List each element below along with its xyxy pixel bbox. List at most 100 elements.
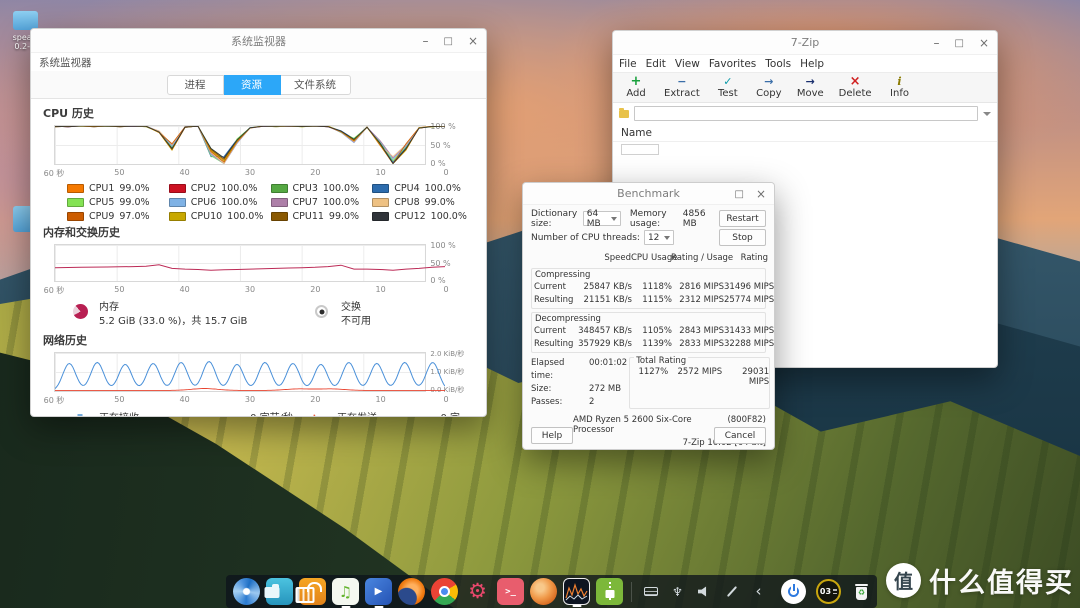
extract-button[interactable]: Extract [664,75,700,99]
address-bar [613,103,997,124]
dictionary-size-select[interactable]: 64 MB [583,211,621,226]
maximize-icon[interactable] [954,36,963,49]
folder-icon [619,110,629,118]
smzdm-logo: 值 [886,563,921,598]
menu-edit[interactable]: Edit [646,58,666,70]
network-history-title: 网络历史 [43,332,474,348]
memory-label: 内存 [99,301,315,315]
test-button[interactable]: Test [715,75,741,99]
dock-music-icon[interactable] [332,578,359,605]
help-button[interactable]: Help [531,427,573,444]
sending-label: 正在发送 [337,411,433,417]
dock-launcher-icon[interactable] [233,578,260,605]
benchmark-titlebar[interactable]: Benchmark [523,183,774,205]
add-button[interactable]: Add [623,75,649,99]
cpu-legend-item: CPU3100.0% [271,182,373,194]
column-header-name[interactable]: Name [613,124,997,142]
cpu-name: AMD Ryzen 5 2600 Six-Core Processor [573,415,727,435]
total-rating: 29031 MIPS [722,367,769,387]
dock-file-manager-icon[interactable] [266,578,293,605]
dock-app-store-icon[interactable] [299,578,326,605]
power-button[interactable] [781,579,806,604]
watermark-text: 什么值得买 [929,561,1074,600]
cpu8-swatch [372,198,389,207]
swap-label: 交换 [341,301,474,315]
cpu-threads-select[interactable]: 12 [644,230,674,245]
table-row: Current 25847 KB/s 1118% 2816 MIPS 31496… [532,281,765,294]
usb-tray-icon[interactable] [667,578,688,605]
chevron-left-icon[interactable] [748,578,769,605]
dock-browser-icon[interactable] [530,578,557,605]
dock-control-center-icon[interactable] [464,578,491,605]
benchmark-stats: Elapsed time:00:01:02 Size:272 MB Passes… [531,357,627,409]
stylus-tray-icon[interactable] [721,578,742,605]
network-x-axis: 60 秒50 4030 2010 0 [54,395,446,406]
move-icon [806,75,815,88]
cpu-legend-item: CPU199.0% [67,182,169,194]
close-icon[interactable] [468,35,478,47]
receiving-label: 正在接收 [99,411,195,417]
menu-file[interactable]: File [619,58,637,70]
total-rating-usage: 2572 MIPS [668,367,722,387]
network-history-chart [54,352,426,392]
system-monitor-titlebar[interactable]: 系统监视器 [31,29,486,53]
volume-tray-icon[interactable] [694,578,715,605]
move-button[interactable]: Move [797,75,824,99]
memory-value: 5.2 GiB (33.0 %)，共 15.7 GiB [99,315,315,329]
dock-chrome-icon[interactable] [431,578,458,605]
memory-usage-value: 4856 MB [683,209,710,229]
keyboard-tray-icon[interactable] [640,578,661,605]
waveform-graphic [565,581,588,602]
memory-pie-icon [73,304,88,319]
delete-button[interactable]: Delete [839,75,872,99]
tab-filesystems[interactable]: 文件系统 [281,75,351,95]
dock-system-monitor-icon[interactable] [563,578,590,605]
maximize-icon[interactable] [734,187,743,200]
cpu10-swatch [169,212,186,221]
menu-favorites[interactable]: Favorites [709,58,756,70]
close-icon[interactable] [979,37,989,49]
test-icon [723,75,732,88]
cpu11-swatch [271,212,288,221]
window-title: 7-Zip [791,36,820,49]
tab-resources[interactable]: 资源 [224,75,281,95]
compressing-group: Compressing Current 25847 KB/s 1118% 281… [531,268,766,309]
address-dropdown-icon[interactable] [983,112,991,116]
tab-processes[interactable]: 进程 [167,75,224,95]
clock-minute-lines [833,589,837,594]
rename-edit-box[interactable] [621,144,659,155]
menu-tools[interactable]: Tools [765,58,791,70]
menu-help[interactable]: Help [800,58,824,70]
copy-button[interactable]: Copy [756,75,782,99]
maximize-icon[interactable] [443,34,452,47]
menu-view[interactable]: View [675,58,700,70]
minimize-icon[interactable] [422,35,428,47]
cancel-button[interactable]: Cancel [714,427,766,444]
dock-firefox-icon[interactable] [398,578,425,605]
cpu9-swatch [67,212,84,221]
dock-terminal-icon[interactable] [497,578,524,605]
extract-icon [677,75,686,88]
minimize-icon[interactable] [933,37,939,49]
address-input[interactable] [634,106,978,121]
menu-system-monitor[interactable]: 系统监视器 [31,53,486,71]
info-button[interactable]: Info [887,75,913,99]
tab-bar: 进程 资源 文件系统 [31,71,486,99]
total-usage: 1127% [630,367,668,387]
trash-icon[interactable] [853,582,870,602]
dock-p7zip-icon[interactable] [596,578,623,605]
copy-icon [764,75,773,88]
close-icon[interactable] [756,188,766,200]
clock-widget[interactable]: 03 [816,579,841,604]
memory-x-axis: 60 秒50 4030 2010 0 [54,285,446,296]
table-row: Resulting 21151 KB/s 1115% 2312 MIPS 257… [532,294,765,307]
table-row: Resulting 357929 KB/s 1139% 2833 MIPS 32… [532,338,765,351]
cpu-legend-item: CPU10100.0% [169,210,271,222]
table-row: Current 348457 KB/s 1105% 2843 MIPS 3143… [532,325,765,338]
dock-separator [631,582,632,602]
dictionary-size-label: Dictionary size: [531,209,579,229]
dock: 03 [226,575,877,608]
cpu-legend-item: CPU7100.0% [271,196,373,208]
dock-movie-icon[interactable] [365,578,392,605]
sevenzip-titlebar[interactable]: 7-Zip [613,31,997,55]
